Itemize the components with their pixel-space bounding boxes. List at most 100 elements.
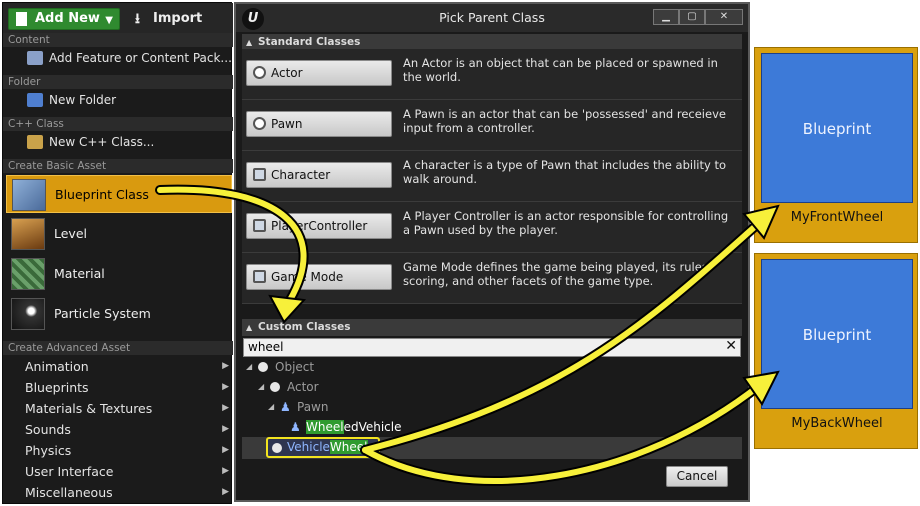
tree-item-wheeledvehicle[interactable]: ♟ WheeledVehicle [242,417,742,437]
actor-class-button[interactable]: Actor [246,60,392,86]
new-folder-label: New Folder [49,93,117,107]
asset-name: MyBackWheel [791,416,883,431]
blueprint-asset-tile[interactable]: Blueprint MyBackWheel [754,253,918,449]
standard-classes-label: Standard Classes [258,36,361,48]
chevron-down-icon: ▼ [105,15,113,26]
add-feature-menu-item[interactable]: Add Feature or Content Pack... [3,47,233,69]
expand-triangle-icon: ◢ [246,362,253,371]
custom-classes-label: Custom Classes [258,321,351,333]
advanced-item-physics[interactable]: Physics ▶ [3,440,233,461]
blueprint-class-menu-item[interactable]: Blueprint Class [6,175,232,213]
advanced-item-materials-textures[interactable]: Materials & Textures ▶ [3,398,233,419]
character-description: A character is a type of Pawn that inclu… [403,158,726,186]
close-button[interactable]: ✕ [705,9,743,25]
tree-item-actor[interactable]: ◢ Actor [242,377,742,397]
add-new-button[interactable]: Add New ▼ [8,8,120,30]
section-create-advanced-asset: Create Advanced Asset [3,341,233,355]
actor-tree-icon [270,382,280,392]
material-menu-item[interactable]: Material [6,255,232,293]
maximize-button[interactable]: ▢ [679,9,705,25]
clear-search-icon[interactable]: ✕ [725,338,737,355]
custom-classes-header[interactable]: ▲ Custom Classes [242,319,742,336]
level-menu-item[interactable]: Level [6,215,232,253]
animation-label: Animation [25,359,89,374]
class-row-pawn: Pawn A Pawn is an actor that can be 'pos… [242,100,742,151]
import-label: Import [153,11,203,26]
minimize-button[interactable]: ▁ [653,9,679,25]
add-new-menu: Add New ▼ ⭳ Import Content Add Feature o… [2,2,233,504]
material-label: Material [54,266,105,281]
chevron-right-icon: ▶ [222,424,229,434]
playercontroller-label: PlayerController [271,219,368,233]
pawn-class-button[interactable]: Pawn [246,111,392,137]
new-cpp-class-label: New C++ Class... [49,135,155,149]
class-row-game-mode: Game Mode Game Mode defines the game bei… [242,253,742,304]
expand-triangle-icon: ◢ [268,402,275,411]
object-icon [258,362,268,372]
expand-triangle-icon: ◢ [258,382,265,391]
pawn-label: Pawn [271,117,303,131]
pick-parent-class-dialog: U Pick Parent Class ▁ ▢ ✕ ▲ Standard Cla… [234,2,750,502]
game-mode-class-button[interactable]: Game Mode [246,264,392,290]
particle-system-icon [11,298,45,330]
search-match-highlight: Wheel [306,420,344,434]
chevron-right-icon: ▶ [222,466,229,476]
class-row-actor: Actor An Actor is an object that can be … [242,49,742,100]
import-button[interactable]: ⭳ Import [131,8,211,30]
tree-item-vehiclewheel[interactable]: VehicleWheel [242,437,742,459]
content-browser-toolbar: Add New ▼ ⭳ Import [3,3,233,33]
blueprint-class-icon [12,179,46,211]
wheeledvehicle-label-rest: edVehicle [343,420,402,434]
new-folder-menu-item[interactable]: New Folder [3,89,233,111]
object-label: Object [275,360,315,374]
advanced-item-miscellaneous[interactable]: Miscellaneous ▶ [3,482,233,503]
vehiclewheel-label-prefix: Vehicle [287,440,330,454]
new-document-icon [16,12,27,26]
chevron-right-icon: ▶ [222,382,229,392]
character-icon [253,168,266,181]
physics-label: Physics [25,443,72,458]
dialog-titlebar[interactable]: U Pick Parent Class ▁ ▢ ✕ [236,4,748,32]
tree-item-pawn[interactable]: ◢ ♟ Pawn [242,397,742,417]
game-mode-description: Game Mode defines the game being played,… [403,260,712,288]
content-pack-icon [27,51,43,65]
vehiclewheel-label: VehicleWheel [287,437,368,457]
blueprint-asset-tile[interactable]: Blueprint MyFrontWheel [754,47,918,243]
search-value: wheel [248,340,284,354]
new-cpp-class-menu-item[interactable]: New C++ Class... [3,131,233,153]
character-class-button[interactable]: Character [246,162,392,188]
advanced-item-blueprints[interactable]: Blueprints ▶ [3,377,233,398]
vehiclewheel-icon [272,443,282,453]
cpp-class-icon [27,135,43,149]
level-icon [11,218,45,250]
level-label: Level [54,226,87,241]
section-cpp-class: C++ Class [3,117,233,131]
advanced-item-user-interface[interactable]: User Interface ▶ [3,461,233,482]
new-folder-icon [27,93,43,107]
game-mode-label: Game Mode [271,270,344,284]
actor-tree-label: Actor [287,380,319,394]
playercontroller-class-button[interactable]: PlayerController [246,213,392,239]
blueprint-class-label: Blueprint Class [55,187,149,202]
particle-system-label: Particle System [54,306,151,321]
user-interface-label: User Interface [25,464,114,479]
search-match-highlight: Wheel [329,440,368,454]
class-row-playercontroller: PlayerController A Player Controller is … [242,202,742,253]
cancel-button[interactable]: Cancel [666,466,728,487]
chevron-right-icon: ▶ [222,487,229,497]
wheeledvehicle-icon: ♟ [290,420,301,434]
class-search-input[interactable]: wheel ✕ [243,338,741,357]
pawn-tree-icon: ♟ [280,400,291,414]
chevron-right-icon: ▶ [222,445,229,455]
collapse-triangle-icon: ▲ [246,323,253,332]
miscellaneous-label: Miscellaneous [25,485,113,500]
actor-icon [253,66,266,79]
tree-item-object[interactable]: ◢ Object [242,357,742,377]
advanced-item-sounds[interactable]: Sounds ▶ [3,419,233,440]
particle-system-menu-item[interactable]: Particle System [6,295,232,333]
actor-description: An Actor is an object that can be placed… [403,56,718,84]
advanced-item-animation[interactable]: Animation ▶ [3,356,233,377]
wheeledvehicle-label: WheeledVehicle [306,417,402,437]
class-row-character: Character A character is a type of Pawn … [242,151,742,202]
chevron-right-icon: ▶ [222,361,229,371]
